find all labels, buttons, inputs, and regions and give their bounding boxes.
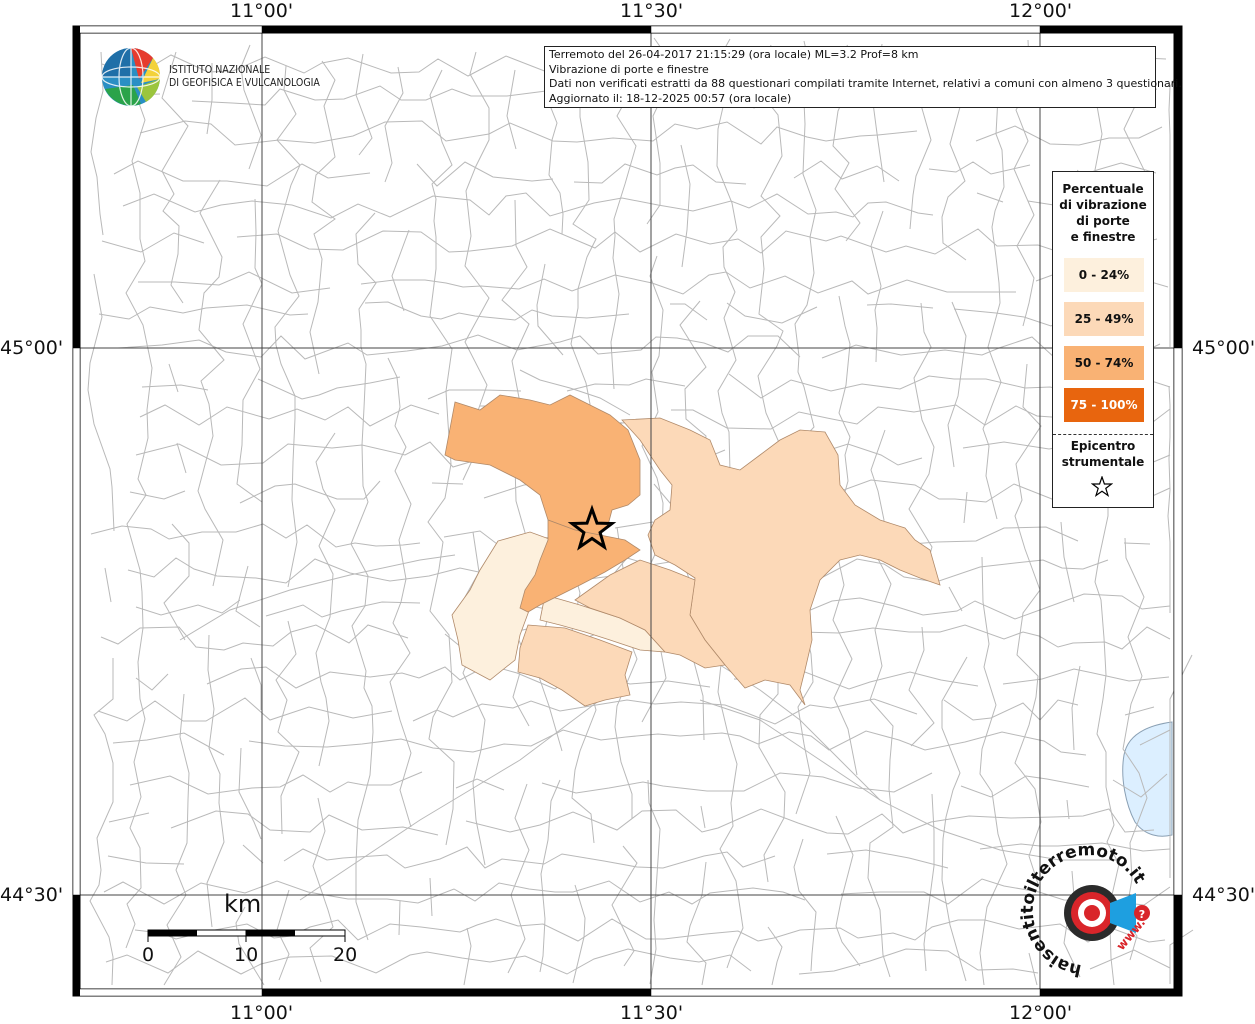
ingv-logo-line2: DI GEOFISICA E VULCANOLOGIA <box>169 77 320 89</box>
right-lat-label: 45°00' <box>1192 337 1255 359</box>
update-timestamp: Aggiornato il: 18-12-2025 00:57 (ora loc… <box>549 91 792 105</box>
legend-class-25-49: 25 - 49% <box>1064 302 1144 336</box>
legend-title-line: Percentuale <box>1062 182 1144 196</box>
legend-epicenter-line: strumentale <box>1061 455 1145 469</box>
intensity-map: ? haisentitoilterremoto.it www. <box>72 25 1194 997</box>
bottom-lon-label: 12°00' <box>1009 1002 1073 1024</box>
legend-epicenter-label: Epicentro strumentale <box>1053 438 1153 470</box>
scale-label-0: 0 <box>142 944 155 966</box>
right-lat-label: 44°30' <box>1192 884 1255 906</box>
left-lat-label: 44°30' <box>0 884 64 906</box>
map-subject: Vibrazione di porte e finestre <box>549 62 709 76</box>
event-info-box: Terremoto del 26-04-2017 21:15:29 (ora l… <box>544 46 1182 108</box>
legend-star-icon <box>1091 476 1113 498</box>
legend-class-50-74: 50 - 74% <box>1064 346 1144 380</box>
scale-label-10: 10 <box>234 944 259 966</box>
top-lon-label: 11°00' <box>230 0 294 22</box>
legend-title-line: di vibrazione <box>1059 198 1147 212</box>
top-lon-label: 11°30' <box>620 0 684 22</box>
legend-title: Percentuale di vibrazione di porte e fin… <box>1053 181 1153 245</box>
legend-divider <box>1053 434 1153 435</box>
legend-epicenter-line: Epicentro <box>1070 439 1136 453</box>
ingv-logo-icon <box>101 47 161 107</box>
bottom-lon-label: 11°00' <box>230 1002 294 1024</box>
legend-class-0-24: 0 - 24% <box>1064 258 1144 292</box>
data-disclaimer: Dati non verificati estratti da 88 quest… <box>549 77 1182 91</box>
event-title: Terremoto del 26-04-2017 21:15:29 (ora l… <box>549 48 919 61</box>
legend: Percentuale di vibrazione di porte e fin… <box>1052 171 1154 508</box>
bottom-lon-label: 11°30' <box>620 1002 684 1024</box>
legend-title-line: di porte <box>1076 214 1130 228</box>
legend-class-75-100: 75 - 100% <box>1064 388 1144 422</box>
scale-label-20: 20 <box>333 944 358 966</box>
left-lat-label: 45°00' <box>0 337 64 359</box>
ingv-logo-line1: ISTITUTO NAZIONALE <box>169 64 271 76</box>
top-lon-label: 12°00' <box>1009 0 1073 22</box>
legend-title-line: e finestre <box>1070 230 1136 244</box>
scale-unit: km <box>224 890 262 918</box>
